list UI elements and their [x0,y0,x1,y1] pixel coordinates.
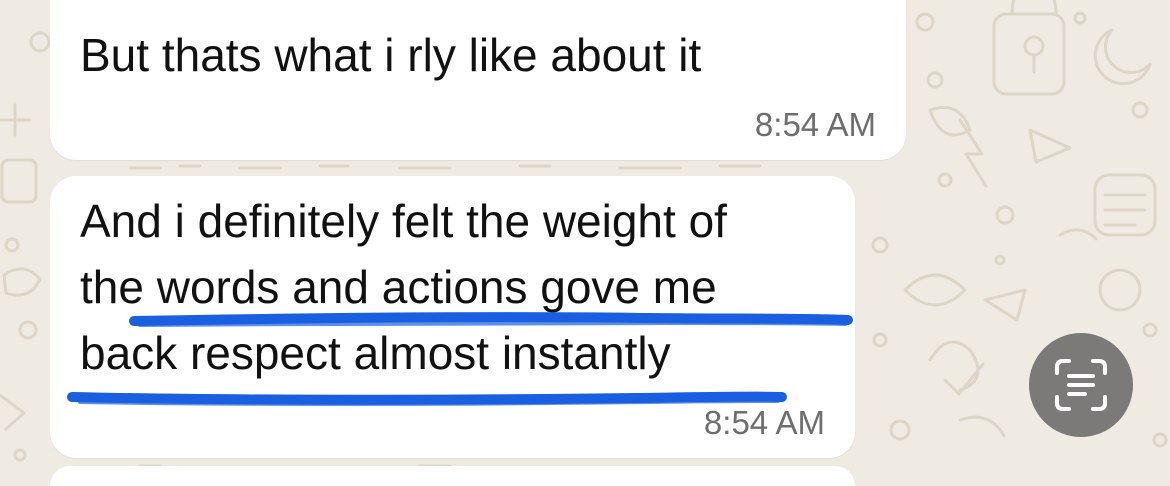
message-text: But thats what i rly like about it [80,22,701,88]
message-text-line: back respect almost instantly [80,327,671,379]
message-text: And i definitely felt the weight of the … [80,188,727,386]
message-bubble-1[interactable]: But thats what i rly like about it 8:54 … [50,0,906,160]
message-text-line: But thats what i rly like about it [80,29,702,81]
message-text-line: the words and actions gove me [80,261,717,313]
next-message-bubble [50,466,855,486]
message-timestamp: 8:54 AM [754,106,876,143]
message-bubble-2[interactable]: And i definitely felt the weight of the … [50,176,855,458]
message-text-line: And i definitely felt the weight of [80,195,727,247]
live-text-button[interactable] [1029,333,1133,437]
message-timestamp: 8:54 AM [703,404,825,441]
live-text-scan-icon [1055,359,1107,411]
